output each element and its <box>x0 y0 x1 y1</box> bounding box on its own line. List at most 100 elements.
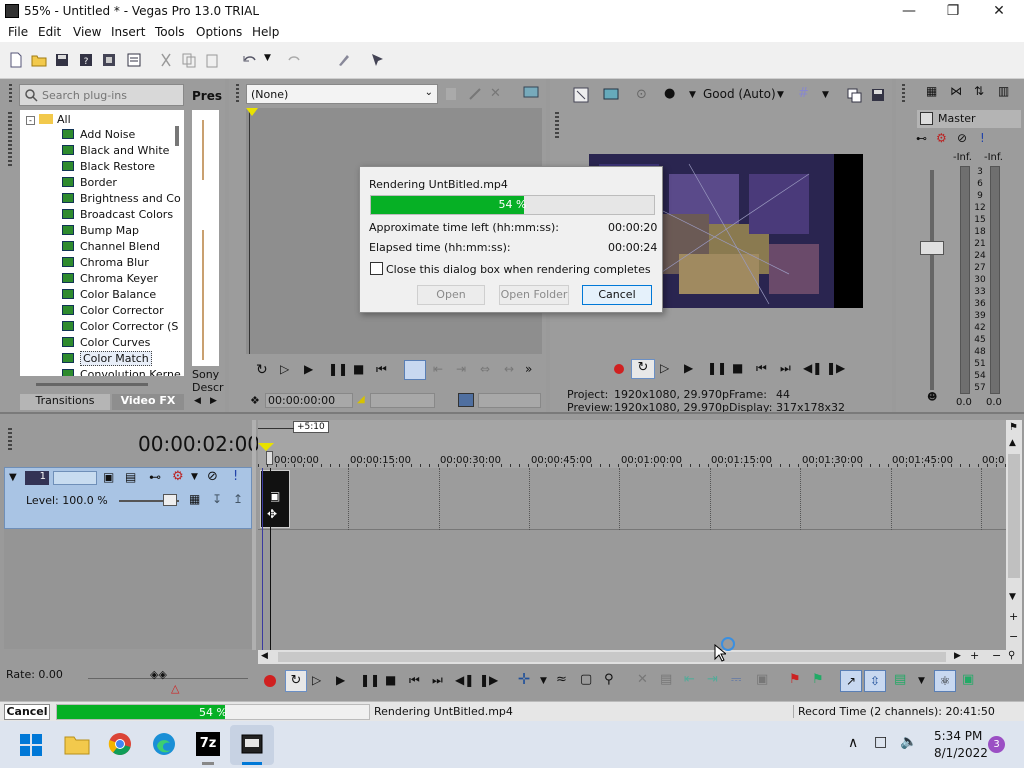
open-button[interactable]: Open <box>417 285 485 305</box>
maximize-icon[interactable]: ❐ <box>930 0 976 22</box>
trimmer-dropdown[interactable]: (None) ⌄ <box>246 84 438 104</box>
loop-icon[interactable]: ↻ <box>256 362 268 378</box>
menu-file[interactable]: File <box>8 25 28 39</box>
trimmer-pin-icon[interactable] <box>467 86 483 102</box>
track-fx-icon[interactable]: ⊷ <box>149 470 161 484</box>
mixer-dim-icon[interactable]: ⇅ <box>974 84 984 98</box>
preview-loop-button[interactable]: ↻ <box>631 359 655 379</box>
tree-hscrollbar-thumb[interactable] <box>36 383 148 386</box>
list-item[interactable]: Brightness and Co <box>62 191 181 207</box>
timeline-vscroll[interactable]: ⚑ ▲ ▼ + − <box>1006 420 1022 664</box>
trimmer-monitor-icon[interactable] <box>522 85 540 101</box>
list-item[interactable]: Black and White <box>62 143 169 159</box>
scroll-down-icon[interactable]: ▼ <box>1009 592 1016 602</box>
list-item[interactable]: Color Corrector (S <box>62 319 178 335</box>
timeline-pause-icon[interactable]: ❚❚ <box>360 673 380 687</box>
list-item[interactable]: Chroma Blur <box>62 255 149 271</box>
split-screen-icon[interactable]: ⊙ <box>636 87 647 102</box>
hscroll-right-icon[interactable]: ▶ <box>954 651 961 661</box>
record-icon[interactable] <box>610 360 628 378</box>
preview-next-frame-icon[interactable]: ❚▶ <box>826 361 845 375</box>
track-gear-dropdown-icon[interactable]: ▼ <box>191 472 198 482</box>
auto-ripple-button[interactable]: ↗ <box>840 670 862 692</box>
trimmer-tool-icon[interactable] <box>443 86 459 102</box>
menu-insert[interactable]: Insert <box>111 25 145 39</box>
preview-play-icon[interactable]: ▶ <box>684 361 693 375</box>
network-icon[interactable]: □ <box>874 734 887 750</box>
rate-slider[interactable] <box>88 678 248 679</box>
insert-icon[interactable]: ⇤ <box>433 362 443 376</box>
menu-edit[interactable]: Edit <box>38 25 61 39</box>
zoom-edit-tool-icon[interactable]: ⚲ <box>604 672 614 687</box>
lock-envelopes-button[interactable]: ⚛ <box>934 670 956 692</box>
snapping-button[interactable]: ⇳ <box>864 670 886 692</box>
timeline-next-frame-icon[interactable]: ❚▶ <box>479 673 498 687</box>
zoom-in-horizontal-icon[interactable]: + <box>970 649 979 662</box>
mixer-mute-icon[interactable]: ⊘ <box>957 131 967 145</box>
play-icon[interactable]: ▶ <box>304 362 313 376</box>
quality-dropdown-icon[interactable]: ▼ <box>777 90 784 100</box>
trim-start-icon[interactable]: ⇤ <box>684 672 695 687</box>
make-child-icon[interactable]: ↧ <box>212 492 222 506</box>
track-name-field[interactable] <box>53 471 97 485</box>
mixer-gear-icon[interactable]: ⚙ <box>936 131 947 145</box>
menu-view[interactable]: View <box>73 25 101 39</box>
zoom-tool-icon[interactable]: ⚲ <box>1008 650 1015 661</box>
preview-go-start-icon[interactable]: ⏮ <box>756 361 767 376</box>
tree-root[interactable]: - All <box>26 112 71 128</box>
redo-icon[interactable] <box>286 52 302 68</box>
panel-grip[interactable] <box>8 112 12 167</box>
play-from-start-icon[interactable]: ▷ <box>280 362 289 376</box>
render-icon[interactable] <box>101 52 117 68</box>
undo-dropdown-icon[interactable]: ▼ <box>264 53 271 63</box>
list-item-selected[interactable]: Color Match <box>62 351 152 367</box>
save-as-icon[interactable]: ? <box>78 52 94 68</box>
timeline-prev-frame-icon[interactable]: ◀❚ <box>455 673 474 687</box>
panel-grip[interactable] <box>555 112 559 140</box>
tab-video-fx[interactable]: Video FX <box>112 394 184 410</box>
edit-tool-dropdown-icon[interactable]: ▼ <box>540 676 547 686</box>
windows-start-icon[interactable] <box>20 734 42 756</box>
marker-flag-icon[interactable]: ⚑ <box>1009 422 1018 433</box>
search-input[interactable] <box>42 87 180 103</box>
track-motion-icon[interactable]: ▣ <box>103 470 114 484</box>
pause-icon[interactable]: ❚❚ <box>328 362 348 376</box>
mixer-meter-icon[interactable]: ▥ <box>998 84 1009 98</box>
trim-end-icon[interactable]: ⇥ <box>707 672 718 687</box>
list-item[interactable]: Add Noise <box>62 127 135 143</box>
zoom-in-vertical-icon[interactable]: + <box>1009 610 1018 623</box>
paste-icon[interactable] <box>204 52 220 68</box>
edit-tool-icon[interactable]: ✛ <box>510 670 538 692</box>
list-item[interactable]: Color Corrector <box>62 303 164 319</box>
hscroll-thumb[interactable] <box>278 652 946 662</box>
preview-pause-icon[interactable]: ❚❚ <box>707 361 727 375</box>
edge-icon[interactable] <box>152 732 176 756</box>
compositing-mode-icon[interactable]: ▤ <box>125 470 136 484</box>
empty-timeline-area[interactable] <box>258 530 1006 648</box>
scroll-up-icon[interactable]: ▲ <box>1009 438 1016 448</box>
event-fx-icon[interactable]: ✥ <box>267 507 277 521</box>
split-icon[interactable]: ⎓ <box>731 672 741 687</box>
preview-quality-dropdown[interactable]: Good (Auto) <box>703 87 776 101</box>
list-item[interactable]: Chroma Keyer <box>62 271 158 287</box>
go-to-start-icon[interactable]: ⏮ <box>376 362 387 377</box>
track-expand-icon[interactable]: ▼ <box>9 472 17 483</box>
list-item[interactable]: Convolution Kerne <box>62 367 181 376</box>
file-explorer-icon[interactable] <box>64 733 90 755</box>
grid-icon[interactable]: # <box>798 86 809 101</box>
track-gear-icon[interactable]: ⚙ <box>172 469 184 484</box>
list-item[interactable]: Border <box>62 175 117 191</box>
tab-scroll-left-icon[interactable]: ◀ <box>194 396 201 406</box>
insert-marker-icon[interactable]: ⚑ <box>789 672 801 687</box>
copy-snapshot-icon[interactable] <box>845 86 863 104</box>
list-item[interactable]: Black Restore <box>62 159 155 175</box>
panel-grip[interactable] <box>236 84 239 104</box>
list-item[interactable]: Color Balance <box>62 287 156 303</box>
playhead-handle[interactable] <box>266 451 273 465</box>
track-solo-icon[interactable]: ! <box>233 469 238 484</box>
stop-icon[interactable]: ■ <box>353 362 364 376</box>
overlays-dropdown-icon[interactable]: ▼ <box>689 90 696 100</box>
preview-properties-icon[interactable] <box>572 86 590 104</box>
tree-scrollbar-thumb[interactable] <box>175 126 179 146</box>
timeline-go-end-icon[interactable]: ⏭ <box>432 673 443 688</box>
